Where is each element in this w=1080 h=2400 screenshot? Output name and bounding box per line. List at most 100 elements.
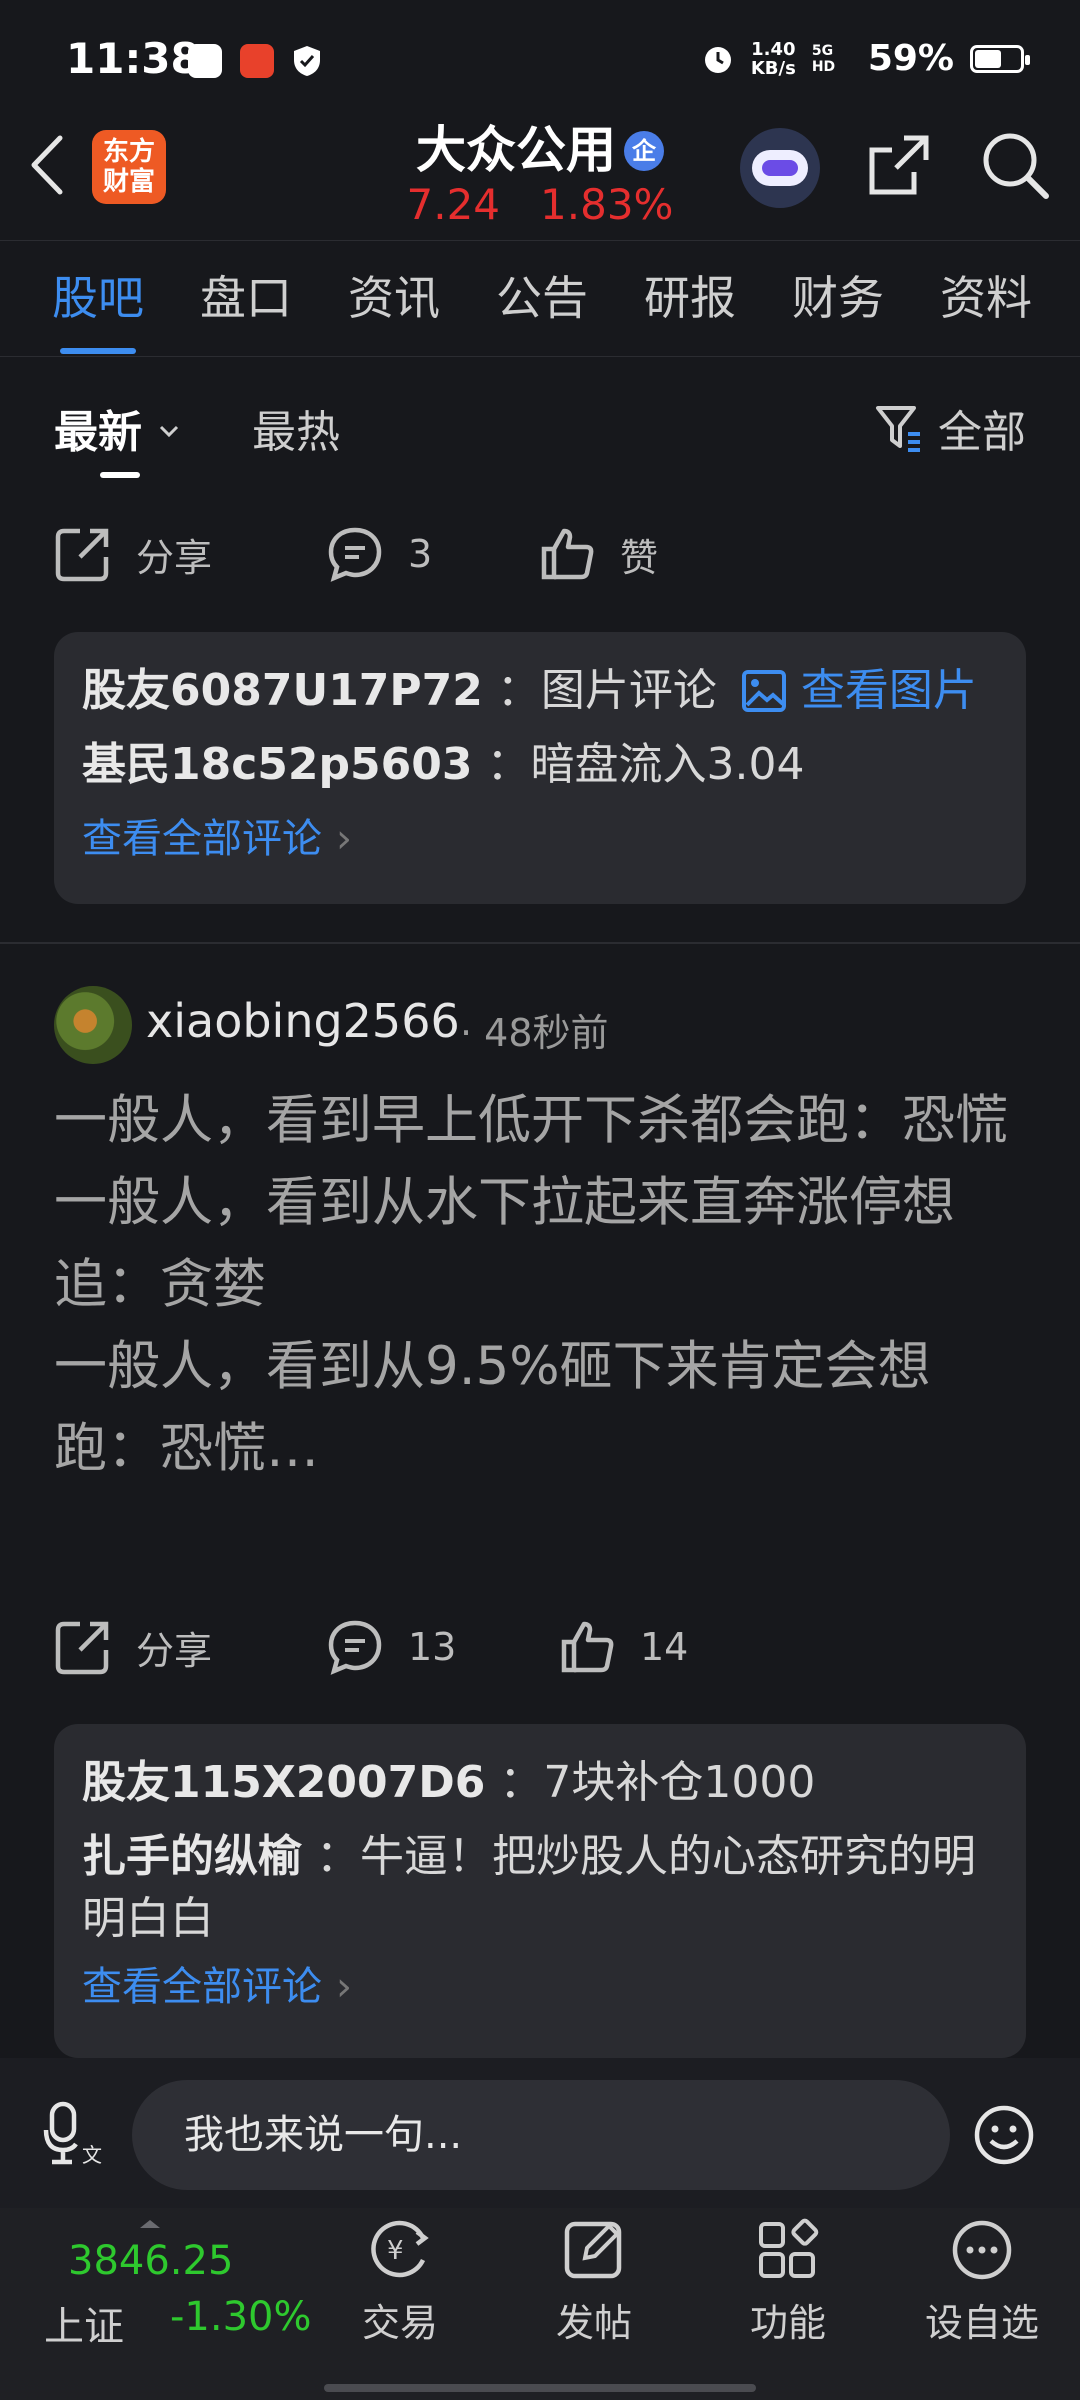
tab-pankou[interactable]: 盘口 [200,262,292,328]
sort-newest[interactable]: 最新 [54,396,181,478]
stock-price: 7.24 [406,180,501,229]
home-indicator[interactable] [324,2384,756,2392]
image-icon [741,670,786,712]
nav-features[interactable]: 功能 [708,2216,868,2347]
share-button[interactable]: 分享 [54,525,212,583]
net-speed-value: 1.40 [751,38,796,60]
filter-icon [876,406,920,452]
voice-to-text-icon[interactable]: 文 [42,2100,106,2166]
battery-fill [975,49,1001,68]
thumbs-up-icon [561,1621,614,1673]
index-change[interactable]: -1.30% [170,2294,312,2340]
net-speed-unit: KB/s [750,57,796,79]
view-all-comments-link[interactable]: 查看全部评论 [82,802,998,876]
nav-post-label: 发帖 [555,2301,632,2345]
network-type: 5G HD [811,42,836,75]
shield-icon [294,46,320,76]
view-all-comments-link[interactable]: 查看全部评论 [82,1950,998,2024]
trade-icon: ¥ [371,2220,429,2278]
share-external-icon[interactable] [864,130,934,200]
like-label: 赞 [620,535,659,580]
filter-all-label: 全部 [938,407,1026,458]
comment-preview-line: 股友115X2007D6 ：7块补仓1000 [82,1746,998,1820]
comment-button[interactable]: 13 [326,1618,456,1676]
thumbs-up-icon [541,528,594,580]
more-icon [952,2220,1012,2280]
index-name[interactable]: 上证 [44,2294,124,2352]
svg-text:¥: ¥ [387,2236,404,2266]
tab-news[interactable]: 资讯 [348,262,440,328]
nav-watchlist-label: 设自选 [924,2301,1039,2345]
like-button[interactable]: 14 [558,1618,688,1676]
emoji-icon[interactable] [972,2103,1036,2167]
commenter-name[interactable]: 股友115X2007D6 [82,1757,485,1808]
tab-guba[interactable]: 股吧 [52,262,144,354]
header-divider [0,240,1080,241]
like-count: 14 [640,1625,689,1669]
tab-announcements[interactable]: 公告 [496,262,588,328]
comment-text: ：图片评论 [496,665,717,716]
post-author[interactable]: xiaobing2566 [146,994,460,1048]
comment-preview-line: 扎手的纵榆 ：牛逼！把炒股人的心态研究的明明白白 [82,1820,998,1950]
share-label: 分享 [136,535,213,580]
filter-all[interactable]: 全部 [874,396,1026,460]
nav-trade[interactable]: ¥ 交易 [320,2216,480,2347]
post-divider [0,942,1080,944]
tab-divider [0,356,1080,357]
net-speed: 1.40 KB/s [751,40,796,78]
share-button[interactable]: 分享 [54,1618,212,1676]
comment-icon [328,527,382,582]
index-value[interactable]: 3846.25 [68,2238,233,2284]
comment-preview-box[interactable]: 股友115X2007D6 ：7块补仓1000 扎手的纵榆 ：牛逼！把炒股人的心态… [54,1724,1026,2058]
stock-change: 1.83% [540,180,674,229]
comment-preview-line: 基民18c52p5603 ：暗盘流入3.04 [82,728,998,802]
comment-count: 3 [408,532,433,576]
enterprise-badge: 企 [624,131,664,171]
like-button[interactable]: 赞 [538,525,658,583]
share-label: 分享 [136,1628,213,1673]
alarm-icon [704,46,731,73]
tab-finance[interactable]: 财务 [792,262,884,328]
chevron-down-icon [160,425,179,438]
assistant-robot-icon[interactable] [740,128,820,208]
stock-name: 大众公用 [416,121,616,179]
status-time: 11:38 [66,34,200,83]
share-icon [55,528,109,582]
battery-percent: 59% [867,38,954,79]
comment-preview-line: 股友6087U17P72 ：图片评论 查看图片 [82,654,998,728]
expand-up-icon[interactable] [138,2218,162,2230]
svg-text:文: 文 [82,2143,102,2166]
nav-watchlist[interactable]: 设自选 [902,2216,1062,2347]
nav-post[interactable]: 发帖 [514,2216,674,2347]
taobao-app-icon [240,44,274,78]
comment-text: ：暗盘流入3.04 [486,739,805,790]
search-icon[interactable] [978,128,1052,202]
status-bar: 11:38 1.40 KB/s 5G HD 59% [0,0,1080,120]
comment-preview-box[interactable]: 股友6087U17P72 ：图片评论 查看图片 基民18c52p5603 ：暗盘… [54,632,1026,904]
comment-input[interactable]: 我也来说一句... [132,2080,950,2190]
nav-features-label: 功能 [749,2301,826,2345]
battery-icon [970,44,1030,73]
commenter-name[interactable]: 扎手的纵榆 [82,1831,302,1882]
comment-text: ：7块补仓1000 [499,1757,816,1808]
tab-research[interactable]: 研报 [644,262,736,328]
status-app-icons [188,44,322,78]
share-icon [55,1621,109,1675]
nav-trade-label: 交易 [361,2301,438,2345]
post-time: · 48秒前 [460,1011,609,1055]
comment-icon [328,1620,382,1675]
tab-bar: 股吧 盘口 资讯 公告 研报 财务 资料 [52,262,1032,354]
commenter-name[interactable]: 基民18c52p5603 [82,739,473,790]
grid-icon [759,2218,819,2278]
view-image-link[interactable]: 查看图片 [801,665,977,716]
commenter-name[interactable]: 股友6087U17P72 [82,665,483,716]
sort-hottest[interactable]: 最热 [252,396,340,460]
tab-profile[interactable]: 资料 [940,262,1032,328]
voice-app-icon [188,44,222,78]
status-right: 1.40 KB/s 5G HD 59% [701,38,1030,79]
post-body[interactable]: 一般人，看到早上低开下杀都会跑：恐慌 一般人，看到从水下拉起来直奔涨停想追：贪婪… [54,1080,1034,1490]
avatar[interactable] [54,986,132,1064]
compose-icon [564,2221,622,2279]
comment-button[interactable]: 3 [326,525,432,583]
comment-count: 13 [408,1625,457,1669]
